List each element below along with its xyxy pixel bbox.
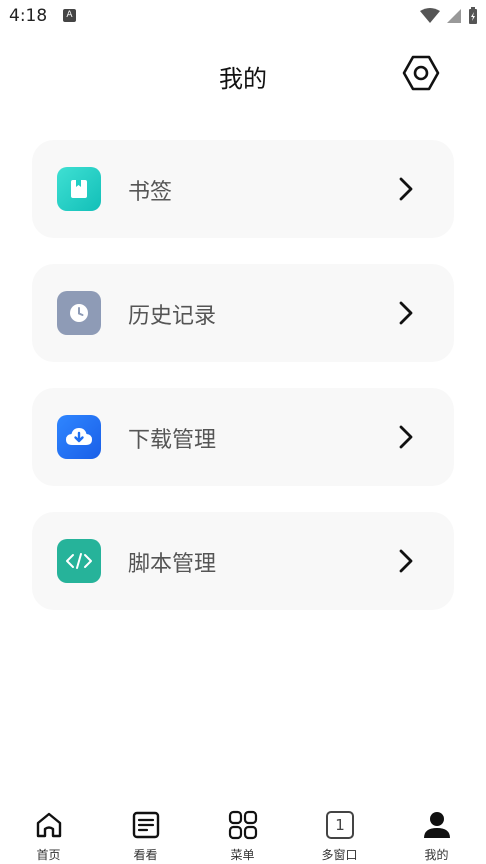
status-icons — [420, 6, 478, 26]
tab-watch[interactable]: 看看 — [97, 798, 194, 864]
tab-mine[interactable]: 我的 — [388, 798, 485, 864]
menu-item-bookmarks[interactable]: 书签 — [32, 140, 454, 238]
person-icon — [420, 808, 454, 842]
bookmark-icon — [57, 167, 101, 211]
status-bar: 4:18 A — [0, 0, 486, 34]
tab-label: 菜单 — [230, 848, 255, 862]
menu-item-scripts[interactable]: 脚本管理 — [32, 512, 454, 610]
bottom-tab-bar: 首页 看看 菜单 1 多窗口 我的 — [0, 798, 486, 864]
chevron-right-icon — [399, 549, 413, 573]
tab-menu[interactable]: 菜单 — [194, 798, 291, 864]
header: 我的 — [0, 48, 486, 98]
status-time: 4:18 — [9, 6, 48, 26]
settings-button[interactable] — [400, 52, 442, 94]
document-icon — [129, 808, 163, 842]
menu-item-label: 书签 — [128, 180, 173, 205]
menu-item-label: 脚本管理 — [128, 552, 217, 577]
chevron-right-icon — [399, 177, 413, 201]
settings-hexagon-icon — [402, 55, 440, 91]
tab-label: 首页 — [36, 848, 61, 862]
grid-icon — [226, 808, 260, 842]
window-count-icon: 1 — [323, 808, 357, 842]
notification-icon: A — [63, 9, 76, 22]
tab-home[interactable]: 首页 — [0, 798, 97, 864]
tab-label: 多窗口 — [321, 848, 358, 862]
code-icon — [57, 539, 101, 583]
chevron-right-icon — [399, 301, 413, 325]
battery-icon — [469, 7, 477, 24]
signal-icon — [447, 9, 461, 23]
menu-item-label: 历史记录 — [128, 304, 217, 329]
tab-label: 看看 — [133, 848, 158, 862]
home-icon — [32, 808, 66, 842]
menu-item-history[interactable]: 历史记录 — [32, 264, 454, 362]
tab-windows[interactable]: 1 多窗口 — [291, 798, 388, 864]
tab-label: 我的 — [424, 848, 449, 862]
window-count: 1 — [335, 816, 345, 834]
menu-item-downloads[interactable]: 下载管理 — [32, 388, 454, 486]
chevron-right-icon — [399, 425, 413, 449]
cloud-download-icon — [57, 415, 101, 459]
clock-icon — [57, 291, 101, 335]
wifi-icon — [420, 8, 440, 23]
menu-item-label: 下载管理 — [128, 428, 217, 453]
